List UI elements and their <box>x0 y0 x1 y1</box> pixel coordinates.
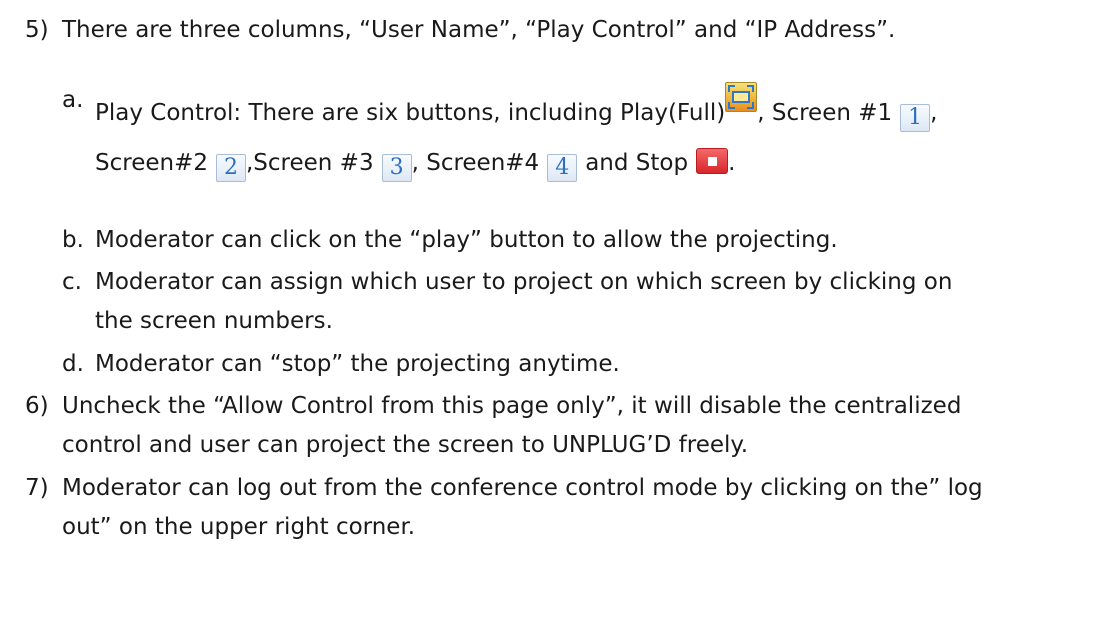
text-fragment: and Stop <box>585 150 689 176</box>
stop-icon <box>696 148 729 174</box>
sub-item-text: Moderator can “stop” the projecting anyt… <box>95 351 620 377</box>
screen-1-icon: 1 <box>900 104 931 132</box>
text-fragment: , Screen #1 <box>757 100 893 126</box>
item-number: 6) <box>25 393 49 419</box>
sub-item-text: Play Control: There are six buttons, inc… <box>95 82 937 132</box>
sub-item-label: a. <box>62 87 84 113</box>
text-fragment: , Screen#4 <box>411 150 540 176</box>
text-fragment: Play Control: There are six buttons, inc… <box>95 100 726 126</box>
item-text: There are three columns, “User Name”, “P… <box>62 17 896 43</box>
text-fragment: . <box>728 150 736 176</box>
sub-item-label: d. <box>62 351 84 377</box>
text-fragment: , <box>930 100 938 126</box>
sub-item-label: b. <box>62 227 84 253</box>
sub-item-text: the screen numbers. <box>95 308 333 334</box>
sub-item-label: c. <box>62 269 82 295</box>
item-text: out” on the upper right corner. <box>62 514 416 540</box>
text-fragment: ,Screen #3 <box>245 150 374 176</box>
item-text: Moderator can log out from the conferenc… <box>62 475 983 501</box>
text-fragment: Screen#2 <box>95 150 208 176</box>
sub-item-text: Moderator can assign which user to proje… <box>95 269 953 295</box>
play-full-icon <box>725 82 758 112</box>
screen-3-icon: 3 <box>381 154 412 182</box>
item-text: Uncheck the “Allow Control from this pag… <box>62 393 962 419</box>
item-number: 7) <box>25 475 49 501</box>
sub-item-text: Moderator can click on the “play” button… <box>95 227 838 253</box>
sub-item-text: Screen#2 2 ,Screen #3 3, Screen#4 4 and Stop. <box>95 148 735 182</box>
screen-2-icon: 2 <box>215 154 246 182</box>
item-number: 5) <box>25 17 49 43</box>
screen-4-icon: 4 <box>547 154 578 182</box>
item-text: control and user can project the screen … <box>62 432 749 458</box>
